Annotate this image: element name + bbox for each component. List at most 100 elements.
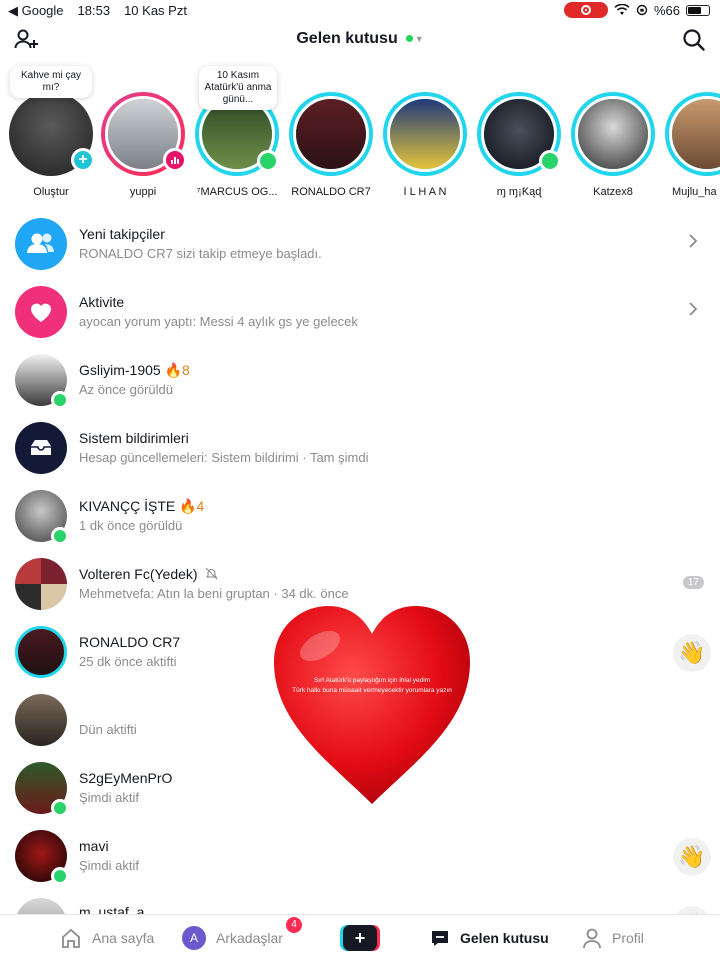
online-status-dot	[539, 150, 561, 172]
story-name: Mujlu_ha	[672, 186, 717, 198]
row-subtitle: 25 dk önce aktifti	[79, 654, 177, 669]
avatar	[15, 694, 67, 746]
heart-icon	[15, 286, 67, 338]
row-subtitle: Dün aktifti	[79, 722, 137, 737]
battery-icon	[686, 4, 710, 16]
create-button[interactable]: +	[340, 925, 380, 951]
chevron-down-icon: ▼	[414, 33, 424, 44]
story-name: ⁷MARCUS OG...	[196, 186, 278, 198]
inbox-header: Gelen kutusu ▼	[0, 24, 720, 56]
row-subtitle: Mehmetvefa: Atın la beni gruptan · 34 dk…	[79, 586, 349, 601]
list-item-system-notifications[interactable]: Sistem bildirimleri Hesap güncellemeleri…	[0, 414, 720, 482]
online-status-dot	[257, 150, 279, 172]
orientation-lock-icon	[636, 4, 648, 16]
story-item[interactable]: RONALDO CR7	[286, 92, 376, 198]
list-item-chat[interactable]: KIVANÇÇ İŞTE 🔥4 1 dk önce görüldü	[0, 482, 720, 550]
story-item[interactable]: Katzex8	[568, 92, 658, 198]
nav-inbox[interactable]: Gelen kutusu	[430, 915, 549, 960]
heart-sticker-text: Sırf Atatürk'ü paylaştığım için ihlal ye…	[292, 677, 452, 694]
friends-notification-badge: 4	[286, 917, 302, 933]
back-to-app-link[interactable]: ◀ Google	[8, 3, 64, 19]
row-title: Aktivite	[79, 294, 125, 310]
nav-profile-label: Profil	[612, 930, 644, 946]
nav-profile[interactable]: Profil	[582, 915, 644, 960]
nav-friends-label: Arkadaşlar	[216, 930, 283, 946]
group-avatar	[15, 558, 67, 610]
bottom-navigation: Ana sayfa A Arkadaşlar 4 + Gelen kutusu …	[0, 914, 720, 960]
inbox-title-switcher[interactable]: Gelen kutusu ▼	[0, 30, 720, 48]
inbox-message-icon	[432, 931, 448, 946]
status-date: 10 Kas Pzt	[124, 3, 187, 18]
home-icon	[62, 928, 80, 948]
streak-count: 4	[196, 498, 205, 514]
story-create[interactable]: + Oluştur	[6, 92, 96, 198]
online-status-dot	[51, 867, 69, 885]
list-item-activity[interactable]: Aktivite ayocan yorum yaptı: Messi 4 ayl…	[0, 278, 720, 346]
row-title: Sistem bildirimleri	[79, 430, 189, 446]
screen-record-icon[interactable]	[563, 2, 608, 18]
online-status-dot	[405, 35, 413, 43]
streak-count: 8	[182, 362, 190, 378]
flame-icon: 🔥	[164, 362, 183, 378]
status-time: 18:53	[77, 3, 111, 18]
battery-percent: %66	[653, 2, 680, 18]
wifi-icon	[614, 4, 630, 15]
users-icon	[15, 218, 67, 270]
row-title: mavi	[79, 838, 109, 854]
row-title: Volteren Fc(Yedek)	[79, 566, 218, 582]
muted-bell-icon	[206, 567, 218, 580]
story-name: İ L H A N	[403, 186, 447, 198]
story-item[interactable]: Mujlu_ha	[662, 92, 720, 198]
avatar	[15, 626, 67, 678]
nav-friends[interactable]: A Arkadaşlar 4	[182, 915, 302, 960]
online-status-dot	[51, 799, 69, 817]
avatar: A	[182, 926, 206, 950]
flame-icon: 🔥	[179, 498, 197, 514]
story-item[interactable]: İ L H A N	[380, 92, 470, 198]
row-title: S2gEyMenPrO	[79, 770, 173, 786]
nav-home[interactable]: Ana sayfa	[60, 915, 154, 960]
story-name: Oluştur	[33, 186, 69, 198]
status-bar: ◀ Google 18:53 10 Kas Pzt %66	[0, 0, 720, 20]
music-icon	[163, 148, 187, 172]
story-name: Katzex8	[593, 186, 633, 198]
nav-home-label: Ana sayfa	[92, 930, 155, 946]
search-icon[interactable]	[682, 28, 706, 52]
wave-hand-icon[interactable]: 👋	[673, 634, 711, 672]
profile-icon	[583, 928, 601, 949]
story-name: ɱ ɱ¡Ƙąɖ	[496, 186, 542, 198]
chevron-right-icon	[689, 234, 698, 248]
story-name: RONALDO CR7	[291, 186, 371, 198]
list-item-chat[interactable]: Gsliyim-1905 🔥8 Az önce görüldü	[0, 346, 720, 414]
list-item-new-followers[interactable]: Yeni takipçiler RONALDO CR7 sizi takip e…	[0, 210, 720, 278]
row-subtitle: Şimdi aktif	[79, 790, 139, 805]
online-status-dot	[51, 391, 69, 409]
add-story-icon[interactable]: +	[71, 148, 95, 172]
wave-hand-icon[interactable]: 👋	[673, 838, 711, 876]
story-note-bubble[interactable]: Kahve mi çay mı?	[10, 66, 92, 98]
row-subtitle: RONALDO CR7 sizi takip etmeye başladı.	[79, 246, 322, 261]
inbox-icon	[15, 422, 67, 474]
heart-sticker-overlay: Sırf Atatürk'ü paylaştığım için ihlal ye…	[272, 604, 472, 806]
row-subtitle: 1 dk önce görüldü	[79, 518, 183, 533]
row-subtitle: Şimdi aktif	[79, 858, 139, 873]
row-title: Yeni takipçiler	[79, 226, 165, 242]
story-name: yuppi	[129, 186, 157, 198]
heart-icon	[274, 606, 470, 804]
chevron-right-icon	[689, 302, 698, 316]
row-subtitle: Az önce görüldü	[79, 382, 173, 397]
story-item[interactable]: yuppi	[98, 92, 188, 198]
row-subtitle: Hesap güncellemeleri: Sistem bildirimi ·…	[79, 450, 369, 465]
svg-text:+: +	[355, 928, 366, 948]
list-item-chat[interactable]: mavi Şimdi aktif 👋	[0, 822, 720, 890]
unread-count-badge: 17	[682, 576, 704, 589]
story-item[interactable]: ɱ ɱ¡Ƙąɖ	[474, 92, 564, 198]
page-title: Gelen kutusu	[296, 30, 398, 47]
row-title: RONALDO CR7	[79, 634, 181, 650]
online-status-dot	[51, 527, 69, 545]
nav-inbox-label: Gelen kutusu	[460, 930, 549, 946]
stories-row: Kahve mi çay mı? 10 Kasım Atatürk'ü anma…	[0, 64, 720, 199]
story-note-bubble[interactable]: 10 Kasım Atatürk'ü anma günü...	[199, 66, 277, 110]
row-title: KIVANÇÇ İŞTE 🔥4	[79, 498, 205, 514]
row-title: Gsliyim-1905 🔥8	[79, 362, 190, 378]
